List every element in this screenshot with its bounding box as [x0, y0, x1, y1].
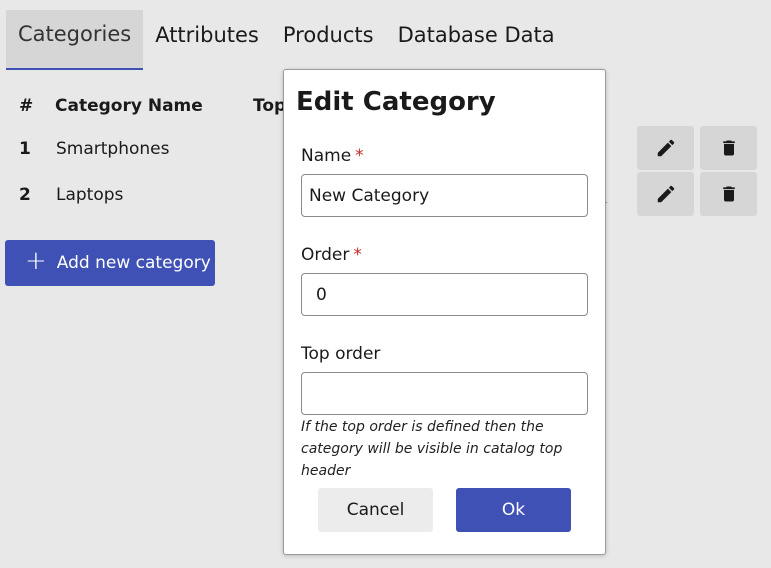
delete-button[interactable] — [700, 126, 757, 170]
name-label: Name * — [301, 146, 364, 166]
name-label-text: Name — [301, 146, 352, 166]
ok-button[interactable]: Ok — [456, 488, 571, 532]
tab-bar: Categories Attributes Products Database … — [0, 10, 567, 70]
dialog-title: Edit Category — [296, 87, 496, 117]
delete-button[interactable] — [700, 172, 757, 216]
page: Categories Attributes Products Database … — [0, 0, 771, 568]
name-input[interactable] — [301, 174, 588, 217]
tab-categories[interactable]: Categories — [6, 10, 144, 70]
pencil-icon — [657, 139, 674, 157]
tab-database-data[interactable]: Database Data — [386, 10, 567, 60]
tab-products[interactable]: Products — [271, 10, 386, 60]
order-label: Order * — [301, 245, 362, 265]
order-input[interactable] — [301, 273, 588, 316]
pencil-icon — [657, 185, 674, 203]
edit-category-dialog: Edit Category Name* Order* Top order If … — [283, 69, 606, 555]
plus-icon: + — [25, 246, 47, 276]
edit-button[interactable] — [637, 172, 694, 216]
order-label-text: Order — [301, 245, 350, 265]
top-order-label: Top order — [301, 344, 381, 364]
required-marker: * — [355, 146, 364, 166]
add-new-category-label: Add new category — [56, 253, 211, 273]
trash-icon — [722, 140, 735, 156]
row-category-name: Smartphones — [56, 139, 170, 159]
column-header-category-name: Category Name — [55, 96, 203, 116]
tab-attributes[interactable]: Attributes — [143, 10, 271, 60]
add-new-category-button[interactable]: + Add new category — [5, 240, 215, 286]
cancel-button[interactable]: Cancel — [318, 488, 433, 532]
row-category-name: Laptops — [56, 185, 124, 205]
edit-button[interactable] — [637, 126, 694, 170]
top-order-help-text: If the top order is defined then the cat… — [301, 419, 563, 479]
top-order-input[interactable] — [301, 372, 588, 415]
row-number: 1 — [19, 139, 31, 159]
column-header-number: # — [19, 96, 34, 116]
row-number: 2 — [19, 185, 31, 205]
required-marker: * — [353, 245, 362, 265]
trash-icon — [722, 186, 735, 202]
column-header-top: Top — [253, 96, 287, 116]
